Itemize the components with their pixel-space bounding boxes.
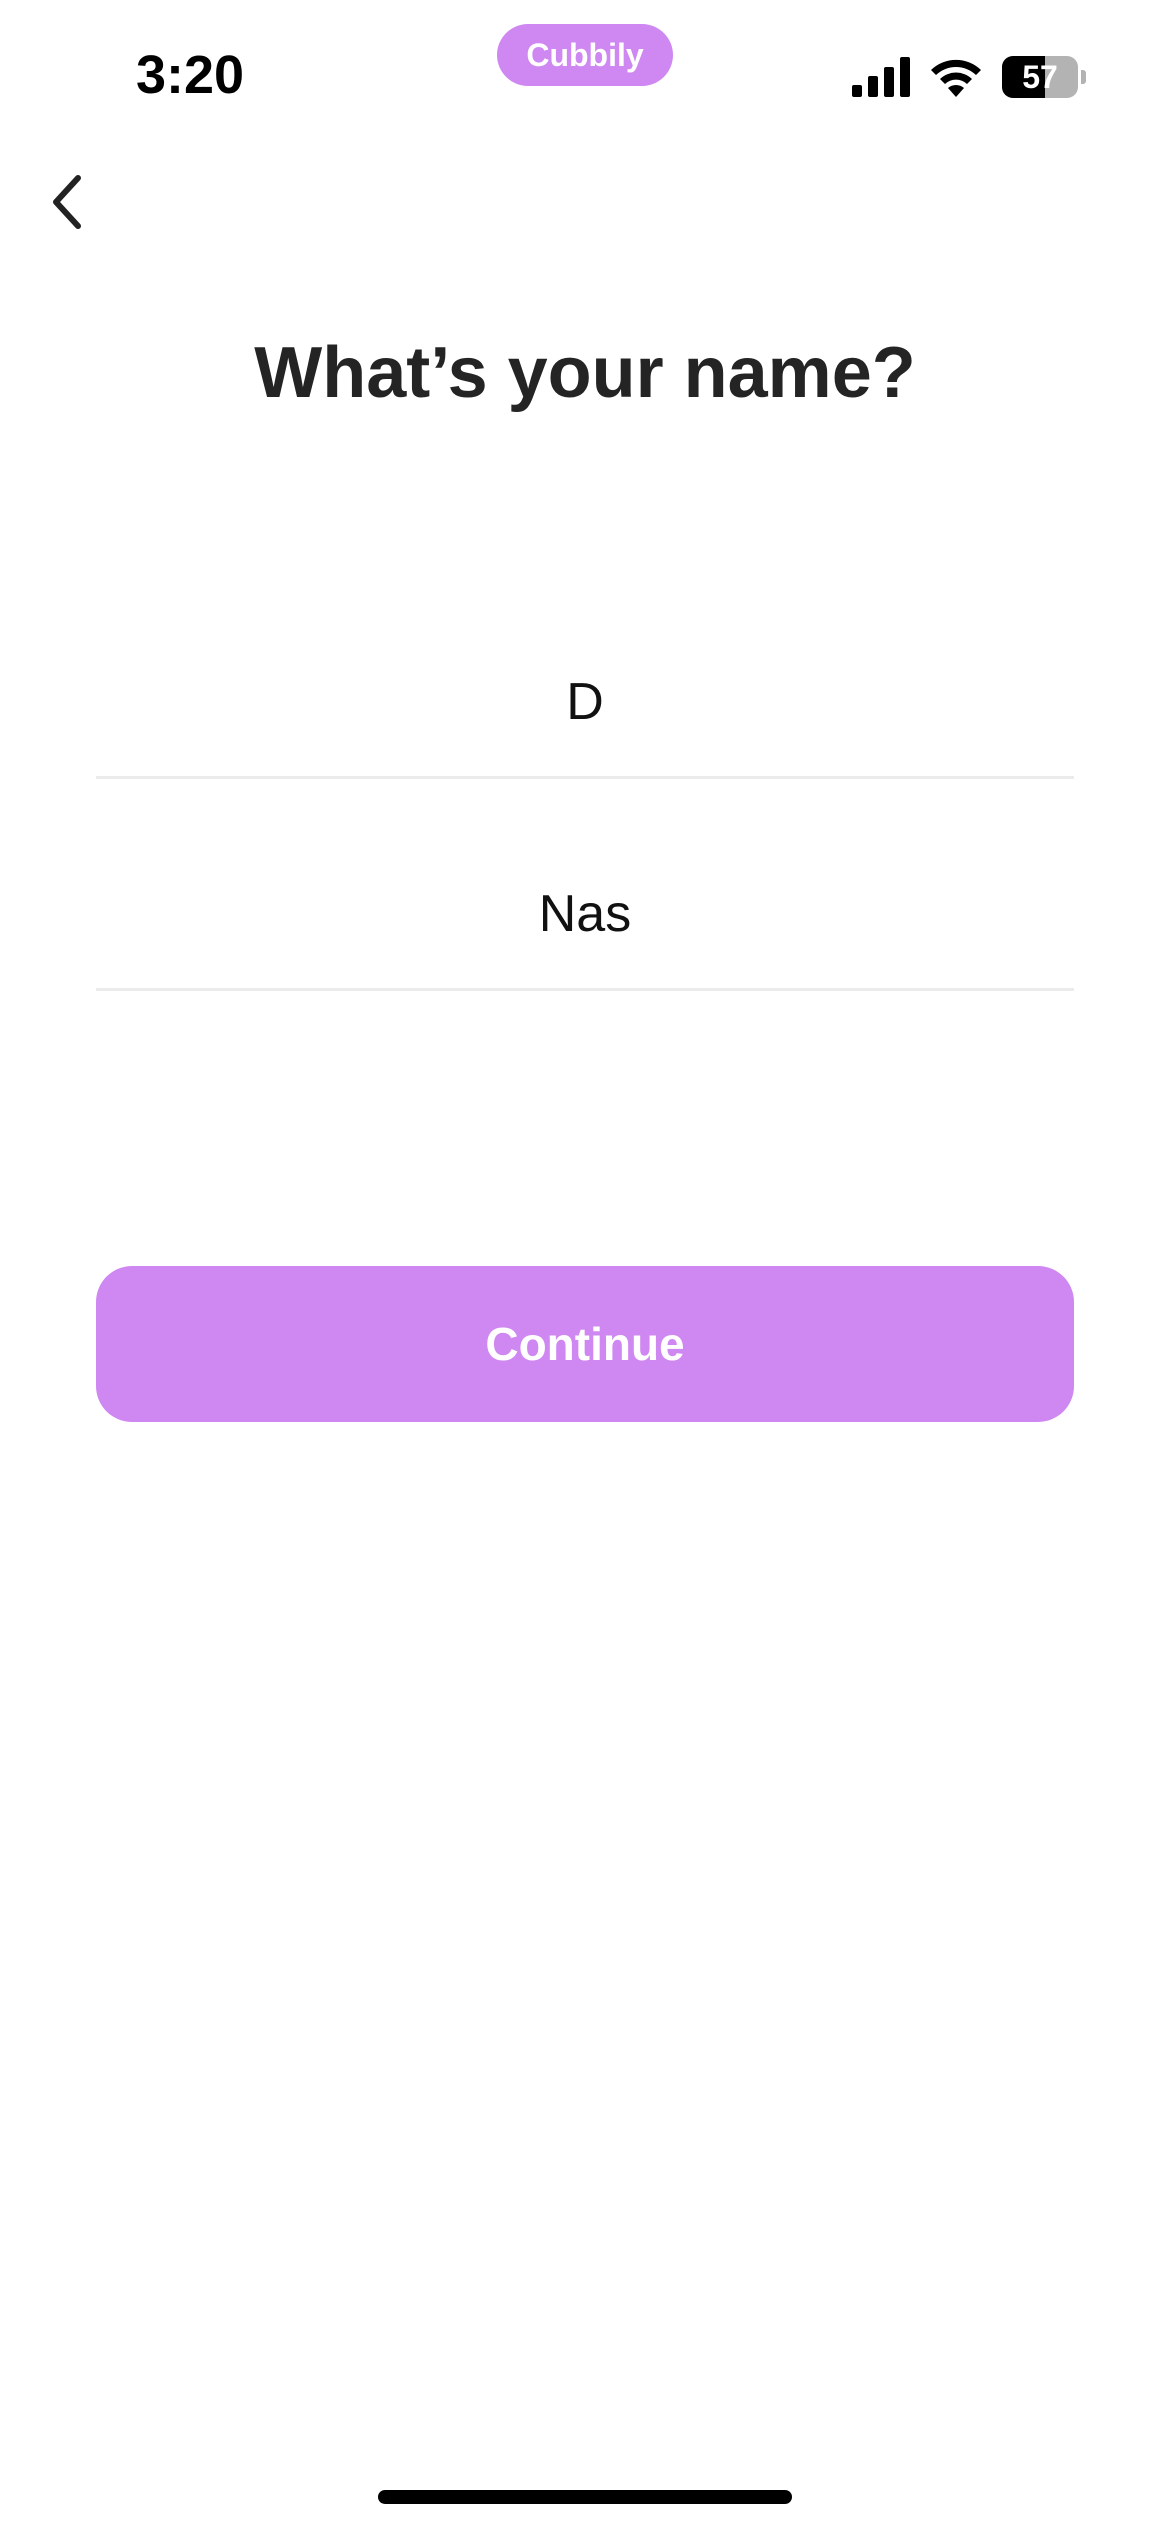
status-icons: 57: [852, 54, 1086, 100]
status-time: 3:20: [136, 45, 245, 105]
continue-button-label: Continue: [485, 1318, 685, 1370]
first-name-field[interactable]: [96, 656, 1074, 748]
app-pill[interactable]: Cubbily: [497, 24, 673, 86]
battery-tip: [1081, 70, 1086, 84]
battery-icon: 57: [1002, 56, 1086, 98]
last-name-field[interactable]: [96, 868, 1074, 960]
battery-level: 57: [1022, 58, 1058, 95]
continue-button[interactable]: Continue: [96, 1266, 1074, 1422]
signal-icon: [852, 57, 910, 97]
back-button[interactable]: [28, 162, 108, 242]
last-name-divider: [96, 988, 1074, 991]
name-entry-screen: 3:20 Cubbily 57 What’s your name? D Nas …: [0, 0, 1170, 2532]
app-pill-label: Cubbily: [526, 36, 644, 73]
battery-body: 57: [1002, 56, 1078, 98]
home-indicator[interactable]: [378, 2490, 792, 2504]
page-title: What’s your name?: [254, 333, 916, 413]
first-name-divider: [96, 776, 1074, 779]
wifi-icon: [931, 59, 981, 97]
status-bar: 3:20 Cubbily 57: [0, 0, 1170, 150]
chevron-left-icon: [53, 175, 81, 229]
